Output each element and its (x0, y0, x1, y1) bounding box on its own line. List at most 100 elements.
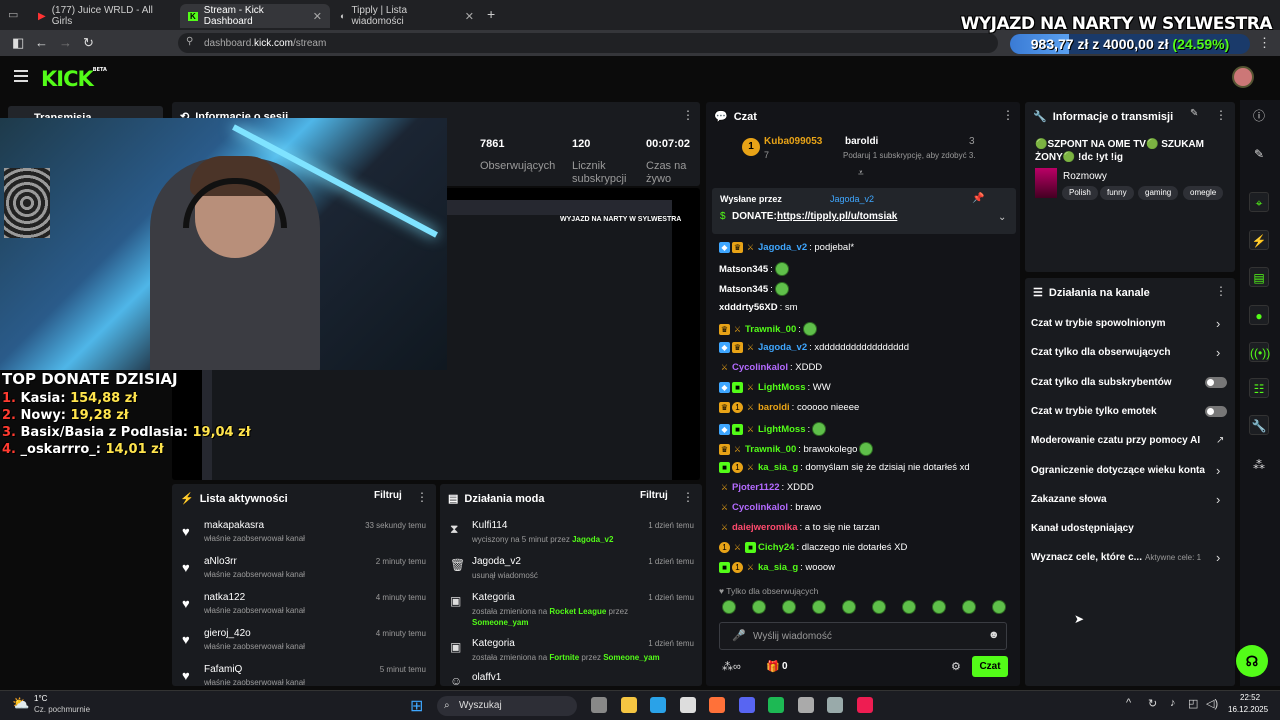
windows-start-icon[interactable]: ⊞ (410, 696, 423, 716)
tiktok-icon[interactable] (856, 697, 873, 713)
channel-action-item[interactable]: Czat tylko dla obserwujących (1031, 347, 1171, 358)
mod-filter-button[interactable]: Filtruj (640, 490, 668, 501)
edit-icon[interactable]: ✎ (1190, 108, 1198, 119)
hamburger-icon[interactable] (14, 70, 28, 82)
broadcast-icon[interactable]: ((•)) (1249, 342, 1270, 362)
mod-more-icon[interactable]: ⋮ (682, 490, 694, 504)
send-chat-button[interactable]: Czat (972, 656, 1008, 677)
mod-target[interactable]: olaffv1 (472, 672, 501, 683)
support-headset-icon[interactable]: ☊ (1236, 645, 1268, 677)
wrench-tool-icon[interactable]: 🔧 (1249, 415, 1269, 435)
toggle-switch[interactable] (1205, 405, 1227, 417)
channel-action-item[interactable]: Czat tylko dla subskrybentów (1031, 377, 1172, 388)
chat-input[interactable]: 🎤 Wyślij wiadomość ☻ (719, 622, 1007, 650)
mod-target[interactable]: Jagoda_v2 (472, 556, 521, 567)
reload-icon[interactable]: ↻ (83, 35, 94, 51)
emote-icon[interactable] (722, 600, 736, 614)
sidebar-toggle-icon[interactable]: ◧ (12, 35, 24, 51)
kick-logo[interactable]: KICKBETA (41, 67, 107, 91)
tag[interactable]: funny (1100, 186, 1134, 200)
close-tab-icon[interactable]: ✕ (465, 10, 474, 23)
tab-tipply[interactable]: ◐ Tipply | Lista wiadomości ✕ (332, 4, 482, 28)
tag[interactable]: Polish (1062, 186, 1098, 200)
chat-username[interactable]: LightMoss (758, 382, 806, 393)
apps-icon[interactable]: ⁂ (1249, 455, 1269, 475)
mod-target[interactable]: Kulfi114 (472, 520, 507, 531)
chat-username[interactable]: Cycolinkalol (732, 362, 788, 373)
info-icon[interactable]: ⓘ (1249, 106, 1269, 126)
chevron-right-icon[interactable]: › (1216, 550, 1220, 565)
emote-icon[interactable] (842, 600, 856, 614)
expand-icon[interactable]: ⌄ (998, 212, 1006, 223)
chat-username[interactable]: Cycolinkalol (732, 502, 788, 513)
discord-icon[interactable] (738, 697, 755, 713)
gift-icon[interactable]: 🎁 (766, 660, 780, 673)
user-avatar[interactable] (1232, 66, 1254, 88)
channel-action-item[interactable]: Ograniczenie dotyczące wieku konta (1031, 465, 1205, 476)
pinned-user[interactable]: Jagoda_v2 (830, 194, 874, 204)
chat-bubble-icon[interactable]: ● (1249, 305, 1269, 325)
channel-actions-more-icon[interactable]: ⋮ (1215, 284, 1227, 298)
mic-tray-icon[interactable]: ♪ (1170, 697, 1176, 709)
chat-username[interactable]: Matson345 (719, 284, 768, 295)
pen-icon[interactable]: ✎ (1249, 144, 1269, 164)
mod-target[interactable]: Kategoria (472, 638, 515, 649)
emote-icon[interactable] (782, 600, 796, 614)
category-name[interactable]: Rozmowy (1063, 171, 1107, 182)
channel-action-item[interactable]: Czat w trybie tylko emotek (1031, 406, 1157, 417)
menu-icon[interactable]: ⋮ (1258, 35, 1271, 51)
chat-username[interactable]: Jagoda_v2 (758, 342, 807, 353)
channel-action-item[interactable]: Czat w trybie spowolnionym (1031, 318, 1165, 329)
forward-icon[interactable]: → (59, 35, 72, 50)
chrome-icon[interactable] (797, 697, 814, 713)
top-gifter-name[interactable]: Kuba099053 (764, 136, 822, 147)
tray-chevron-icon[interactable]: ^ (1126, 697, 1131, 709)
activity-user[interactable]: aNlo3rr (204, 556, 237, 567)
settings-app-icon[interactable] (827, 697, 843, 713)
channel-action-item[interactable]: Moderowanie czatu przy pomocy AI (1031, 435, 1200, 446)
mic-icon[interactable]: 🎤 (732, 629, 746, 642)
back-icon[interactable]: ← (35, 35, 48, 50)
channel-action-item[interactable]: Kanał udostępniający (1031, 523, 1134, 534)
chat-username[interactable]: LightMoss (758, 424, 806, 435)
emote-icon[interactable] (872, 600, 886, 614)
channel-action-item[interactable]: Zakazane słowa (1031, 494, 1107, 505)
activity-user[interactable]: makapakasra (204, 520, 264, 531)
focus-icon[interactable]: ⌖ (1249, 192, 1269, 212)
emote-icon[interactable] (902, 600, 916, 614)
pin-icon[interactable]: 📌 (972, 193, 984, 204)
chevron-right-icon[interactable]: › (1216, 345, 1220, 360)
settings-icon[interactable]: ⚙ (951, 660, 961, 673)
site-info-icon[interactable]: ⚲ (186, 36, 193, 47)
chat-username[interactable]: daiejweromika (732, 522, 797, 533)
taskbar-search[interactable]: ⌕ Wyszukaj (437, 696, 577, 716)
activity-more-icon[interactable]: ⋮ (416, 490, 428, 504)
gift-user-name[interactable]: baroldi (845, 136, 878, 147)
emote-icon[interactable] (992, 600, 1006, 614)
tab-youtube[interactable]: ▶ (177) Juice WRLD - All Girls (30, 4, 178, 28)
store-icon[interactable] (679, 697, 696, 713)
sync-icon[interactable]: ↻ (1148, 697, 1157, 710)
activity-user[interactable]: gieroj_42o (204, 628, 251, 639)
new-tab-icon[interactable]: + (487, 6, 495, 22)
tag[interactable]: omegle (1183, 186, 1224, 200)
mod-target[interactable]: Kategoria (472, 592, 515, 603)
network-icon[interactable]: ◰ (1188, 697, 1198, 710)
bolt-icon[interactable]: ⚡ (1249, 230, 1269, 250)
chat-username[interactable]: ka_sia_g (758, 462, 798, 473)
chat-more-icon[interactable]: ⋮ (1002, 108, 1014, 122)
emote-icon[interactable] (932, 600, 946, 614)
close-tab-icon[interactable]: ✕ (313, 10, 322, 23)
url-field[interactable]: ⚲ dashboard. kick.com/stream (178, 33, 998, 53)
emote-icon[interactable] (812, 600, 826, 614)
chat-username[interactable]: Trawnik_00 (745, 444, 796, 455)
edge-icon[interactable] (650, 697, 666, 713)
emote-icon[interactable] (752, 600, 766, 614)
chat-username[interactable]: xdddrty56XD (719, 302, 778, 313)
chevron-right-icon[interactable]: › (1216, 492, 1220, 507)
external-link-icon[interactable]: ↗ (1216, 435, 1224, 446)
channel-action-item[interactable]: Wyznacz cele, które c... (1031, 552, 1142, 563)
tag[interactable]: gaming (1138, 186, 1179, 200)
chevron-right-icon[interactable]: › (1216, 316, 1220, 331)
pinned-link[interactable]: https://tipply.pl/u/tomsiak (777, 211, 897, 222)
